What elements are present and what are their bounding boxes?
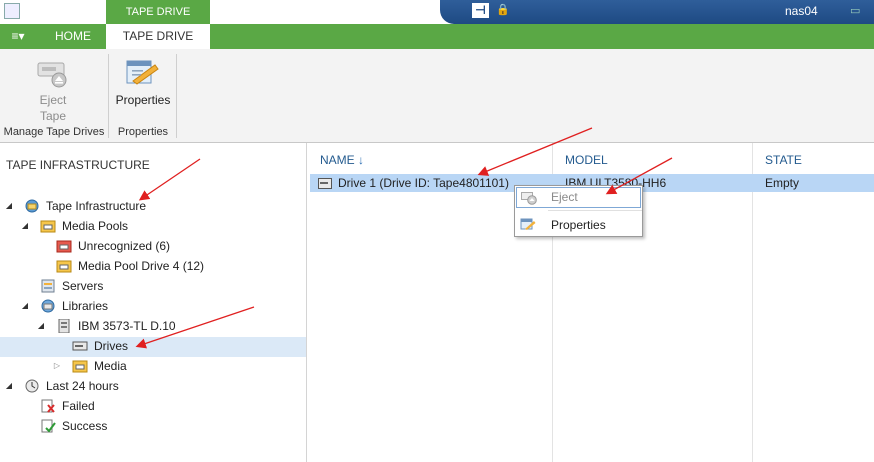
eject-tape-icon <box>37 62 67 88</box>
tree-item-label: Last 24 hours <box>46 379 119 393</box>
tree-item-label: Failed <box>62 399 95 413</box>
properties-ribbon-label: Properties <box>115 93 171 107</box>
ribbon-group-separator <box>176 54 177 138</box>
properties-icon <box>126 60 159 85</box>
context-menu-separator <box>548 210 642 211</box>
library-icon <box>58 319 70 333</box>
eject-icon <box>521 192 537 205</box>
ribbon-group-manage-tape-drives: Manage Tape Drives <box>3 126 105 138</box>
eject-tape-label-line1: Eject <box>39 93 67 107</box>
context-menu-eject-label: Eject <box>551 190 578 204</box>
file-menu-button[interactable]: ≡▾ <box>0 24 36 49</box>
properties-ribbon-button[interactable]: Properties <box>112 56 174 108</box>
column-header-state[interactable]: STATE <box>765 153 802 167</box>
expander-icon[interactable]: ◢ <box>20 216 30 236</box>
app-icon <box>4 3 20 19</box>
sort-descending-icon: ↓ <box>358 153 365 167</box>
tree-item-label: Media Pool Drive 4 (12) <box>78 259 205 273</box>
failed-icon <box>41 399 55 413</box>
expander-icon[interactable]: ◢ <box>4 196 14 216</box>
tree-item-label: Success <box>62 419 108 433</box>
context-tab-group-label: TAPE DRIVE TOOLS <box>106 0 210 42</box>
expander-icon[interactable]: ◢ <box>36 316 46 336</box>
tree-item-label: Media <box>94 359 127 373</box>
drive-name-cell: Drive 1 (Drive ID: Tape4801101) <box>338 176 509 190</box>
eject-tape-label-line2: Tape <box>39 109 67 123</box>
media-pools-icon <box>40 220 56 233</box>
tab-tape-drive[interactable]: TAPE DRIVE <box>106 24 210 49</box>
minimize-icon[interactable]: ▭ <box>850 4 866 18</box>
tree-item-label: Media Pools <box>62 219 129 233</box>
expander-icon[interactable]: ▷ <box>52 356 62 376</box>
servers-icon <box>41 279 55 293</box>
context-menu-properties-label: Properties <box>551 218 606 232</box>
tape-infrastructure-icon <box>25 199 39 213</box>
pin-icon[interactable]: ⊣ <box>472 3 489 18</box>
tape-drive-icon <box>318 178 332 189</box>
tree-item-label: Unrecognized (6) <box>78 239 171 253</box>
unrecognized-pool-icon <box>56 240 72 253</box>
column-header-name-label: NAME <box>320 153 355 167</box>
libraries-icon <box>41 299 55 313</box>
ribbon-group-properties: Properties <box>117 126 169 138</box>
host-name: nas04 <box>785 4 818 18</box>
tree-item-label: Libraries <box>62 299 109 313</box>
expander-icon[interactable]: ◢ <box>20 296 30 316</box>
tree-item-label: Tape Infrastructure <box>46 199 147 213</box>
column-header-name[interactable]: NAME ↓ <box>320 153 364 167</box>
success-icon <box>41 419 56 433</box>
expander-icon[interactable]: ◢ <box>4 376 14 396</box>
tree-item-label: Drives <box>94 339 129 353</box>
properties-icon <box>520 218 536 230</box>
tab-home[interactable]: HOME <box>42 24 104 49</box>
tree-item-label: IBM 3573-TL D.10 <box>78 319 176 333</box>
tree-selection-highlight <box>0 337 306 357</box>
drive-state-cell: Empty <box>765 176 800 190</box>
nav-pane-title: TAPE INFRASTRUCTURE <box>6 158 150 172</box>
media-pool-icon <box>56 260 72 273</box>
drives-icon <box>72 341 88 351</box>
eject-tape-button[interactable]: Eject Tape <box>22 56 84 124</box>
tree-item-label: Servers <box>62 279 104 293</box>
last-24-hours-icon <box>25 379 39 393</box>
media-icon <box>72 360 88 373</box>
lock-icon: 🔒 <box>496 4 510 16</box>
column-header-model[interactable]: MODEL <box>565 153 608 167</box>
